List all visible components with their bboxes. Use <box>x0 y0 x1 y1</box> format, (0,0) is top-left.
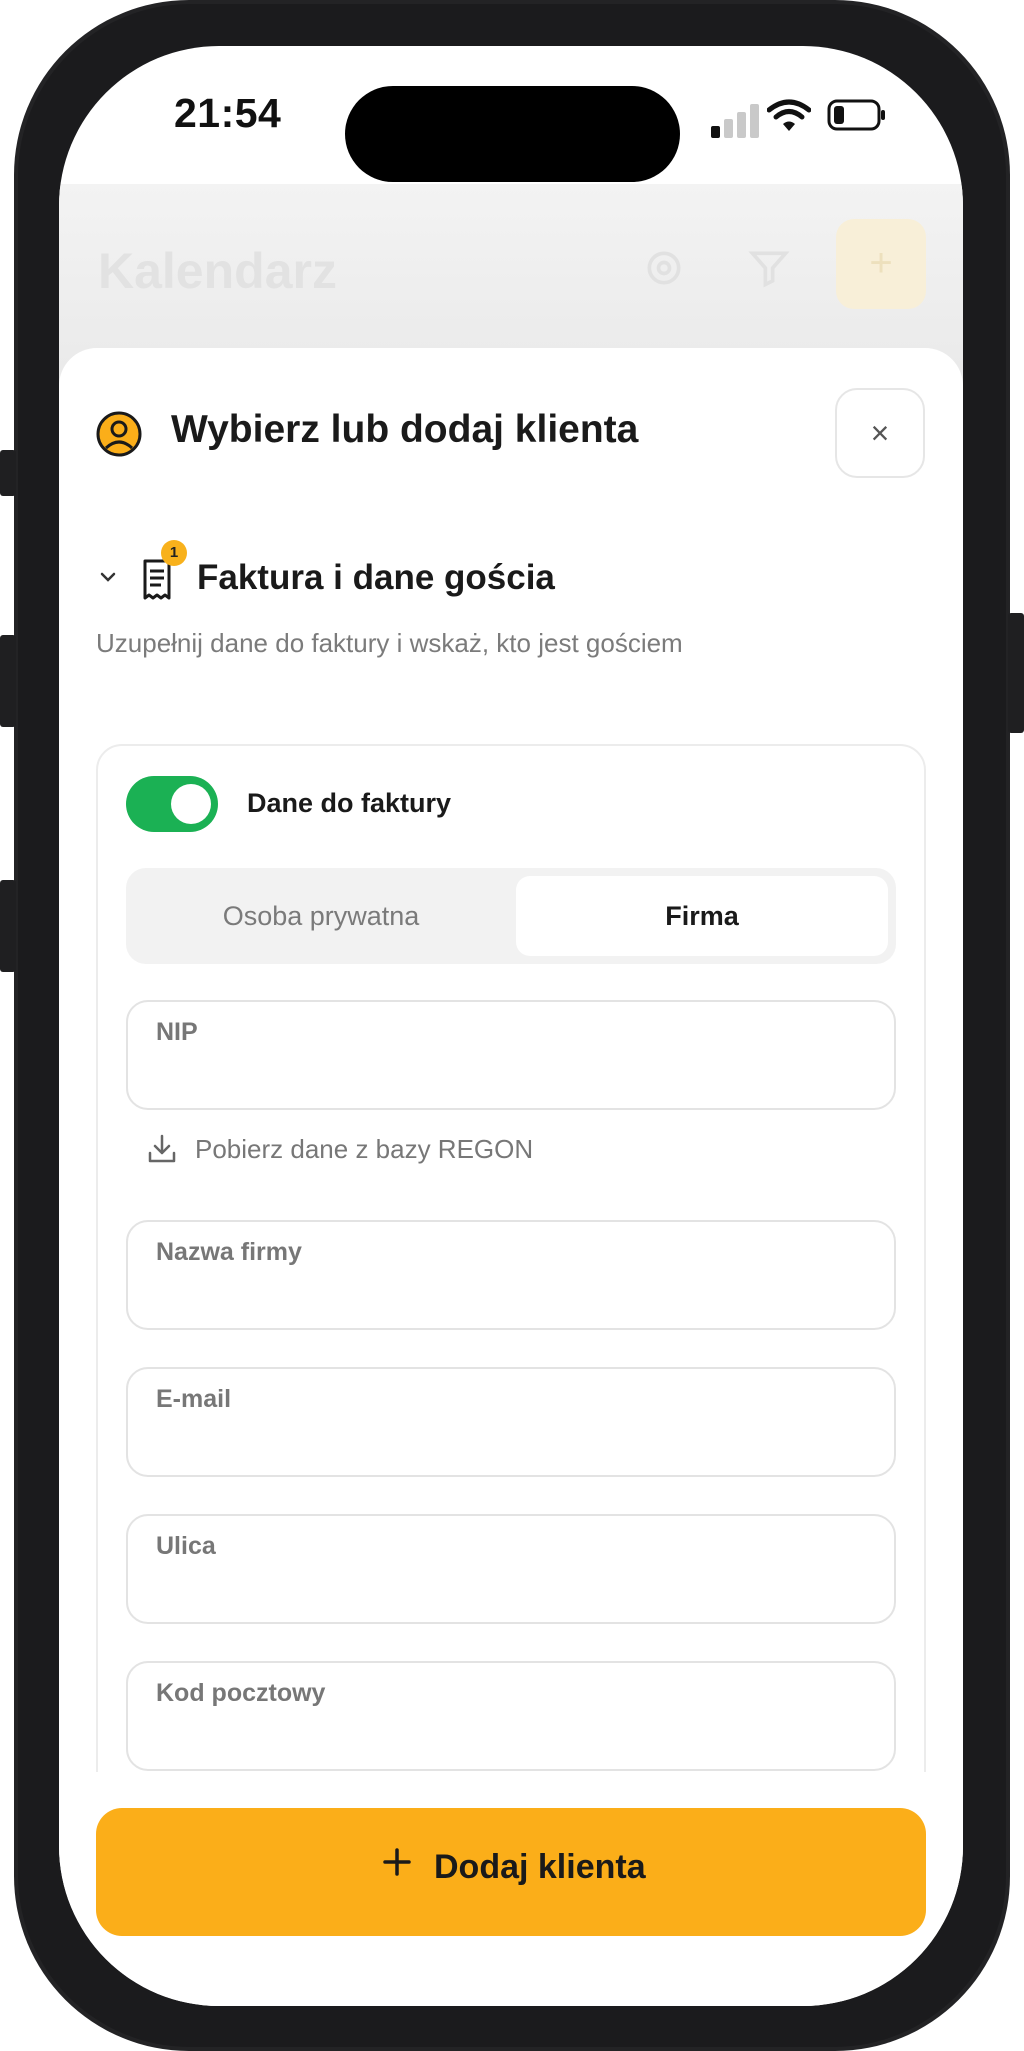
side-button-right <box>1008 613 1024 733</box>
segment-private-person[interactable]: Osoba prywatna <box>134 876 508 956</box>
section-badge: 1 <box>161 540 187 566</box>
section-subtitle: Uzupełnij dane do faktury i wskaż, kto j… <box>96 628 683 658</box>
segment-company[interactable]: Firma <box>516 876 888 956</box>
email-label: E-mail <box>156 1385 232 1413</box>
postal-code-field[interactable]: Kod pocztowy <box>126 1661 896 1771</box>
street-label: Ulica <box>156 1532 216 1560</box>
toggle-knob <box>171 784 211 824</box>
gear-icon <box>647 251 681 285</box>
client-type-segmented-control: Osoba prywatna Firma <box>126 868 896 964</box>
wifi-icon <box>767 99 811 131</box>
chevron-down-icon[interactable] <box>97 566 119 588</box>
add-client-button[interactable]: Dodaj klienta <box>96 1808 926 1936</box>
status-bar: 21:54 <box>59 46 963 186</box>
dynamic-island <box>345 86 680 182</box>
invoice-toggle[interactable] <box>126 776 218 832</box>
filter-icon <box>748 251 790 288</box>
background-title: Kalendarz <box>98 243 337 299</box>
signal-icon <box>711 104 759 138</box>
status-time: 21:54 <box>174 90 282 136</box>
section-title[interactable]: Faktura i dane gościa <box>197 558 555 598</box>
add-client-label: Dodaj klienta <box>434 1848 646 1886</box>
plus-icon <box>383 1848 411 1876</box>
postal-code-label: Kod pocztowy <box>156 1679 326 1707</box>
side-button-left-1 <box>0 450 16 496</box>
battery-icon <box>827 99 885 131</box>
nip-label: NIP <box>156 1018 198 1046</box>
company-name-label: Nazwa firmy <box>156 1238 302 1266</box>
download-icon <box>148 1134 176 1163</box>
background-add-icon: + <box>836 219 926 309</box>
invoice-toggle-label: Dane do faktury <box>247 788 452 818</box>
phone-screen: Kalendarz + 21:54 Wybierz lub dodaj klie… <box>59 46 963 2006</box>
side-button-left-3 <box>0 880 16 972</box>
add-client-sheet: Wybierz lub dodaj klienta × 1 Faktura i … <box>59 348 963 2006</box>
company-name-field[interactable]: Nazwa firmy <box>126 1220 896 1330</box>
email-field[interactable]: E-mail <box>126 1367 896 1477</box>
sheet-scroll-area[interactable]: 1 Faktura i dane gościa Uzupełnij dane d… <box>59 348 963 1772</box>
regon-link-label: Pobierz dane z bazy REGON <box>195 1134 534 1164</box>
side-button-left-2 <box>0 635 16 727</box>
nip-field[interactable]: NIP <box>126 1000 896 1110</box>
street-field[interactable]: Ulica <box>126 1514 896 1624</box>
